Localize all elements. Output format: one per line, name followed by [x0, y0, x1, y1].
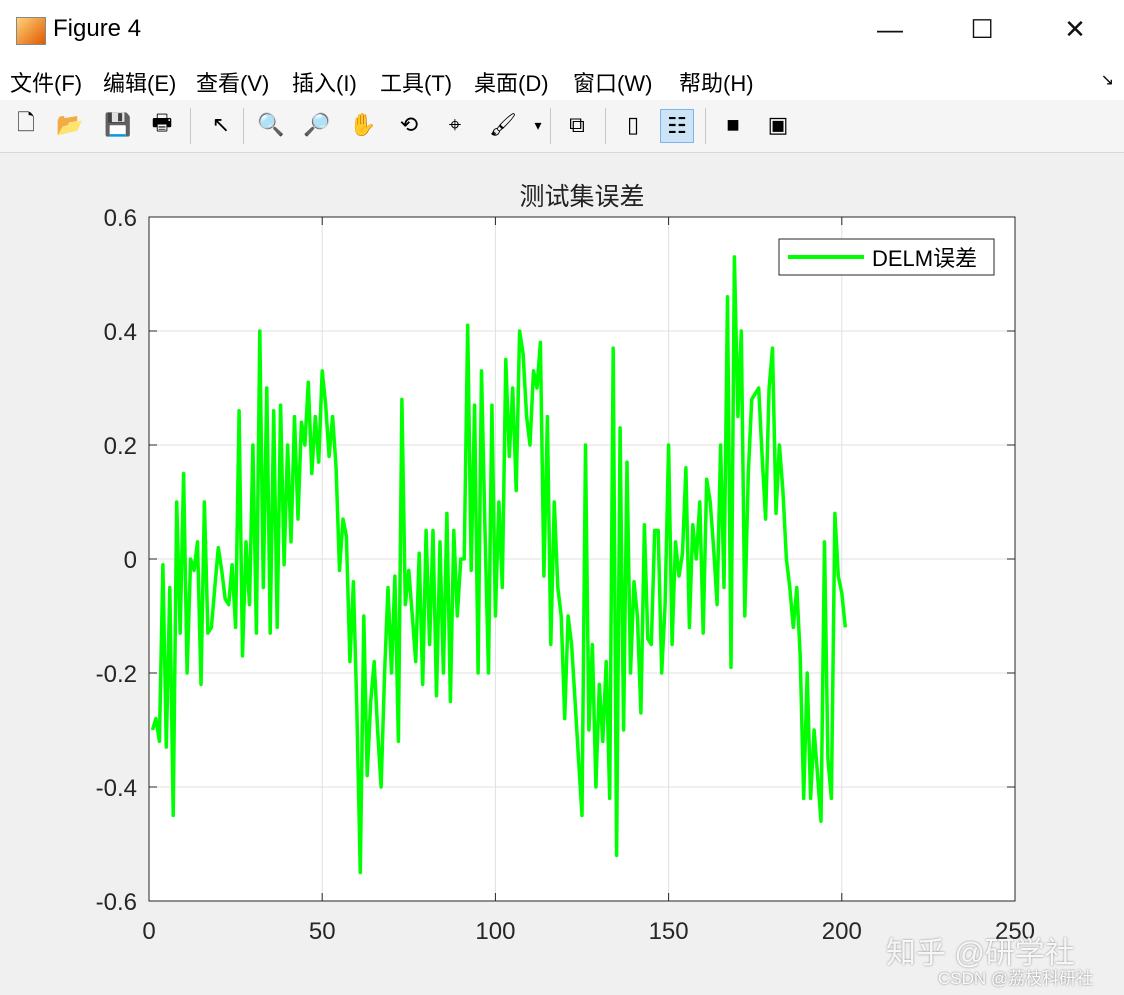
watermark-csdn: CSDN @荔枝科研社: [938, 969, 1094, 988]
y-tick-label: -0.2: [96, 661, 137, 688]
y-tick-label: 0: [124, 547, 137, 574]
x-tick-label: 0: [142, 918, 155, 945]
legend-entry: DELM误差: [872, 246, 977, 271]
y-tick-label: 0.2: [104, 433, 137, 460]
x-tick-label: 100: [475, 918, 515, 945]
y-tick-label: -0.6: [96, 889, 137, 916]
x-tick-label: 50: [309, 918, 336, 945]
figure-canvas: 0 50 100 150 200 250-0.6-0.4-0.200.20.40.6测试集…: [96, 182, 1035, 945]
x-tick-label: 150: [649, 918, 689, 945]
y-tick-label: -0.4: [96, 775, 137, 802]
chart-title: 测试集误差: [519, 182, 644, 211]
x-tick-label: 200: [822, 918, 862, 945]
y-tick-label: 0.6: [104, 205, 137, 232]
y-tick-label: 0.4: [104, 319, 137, 346]
